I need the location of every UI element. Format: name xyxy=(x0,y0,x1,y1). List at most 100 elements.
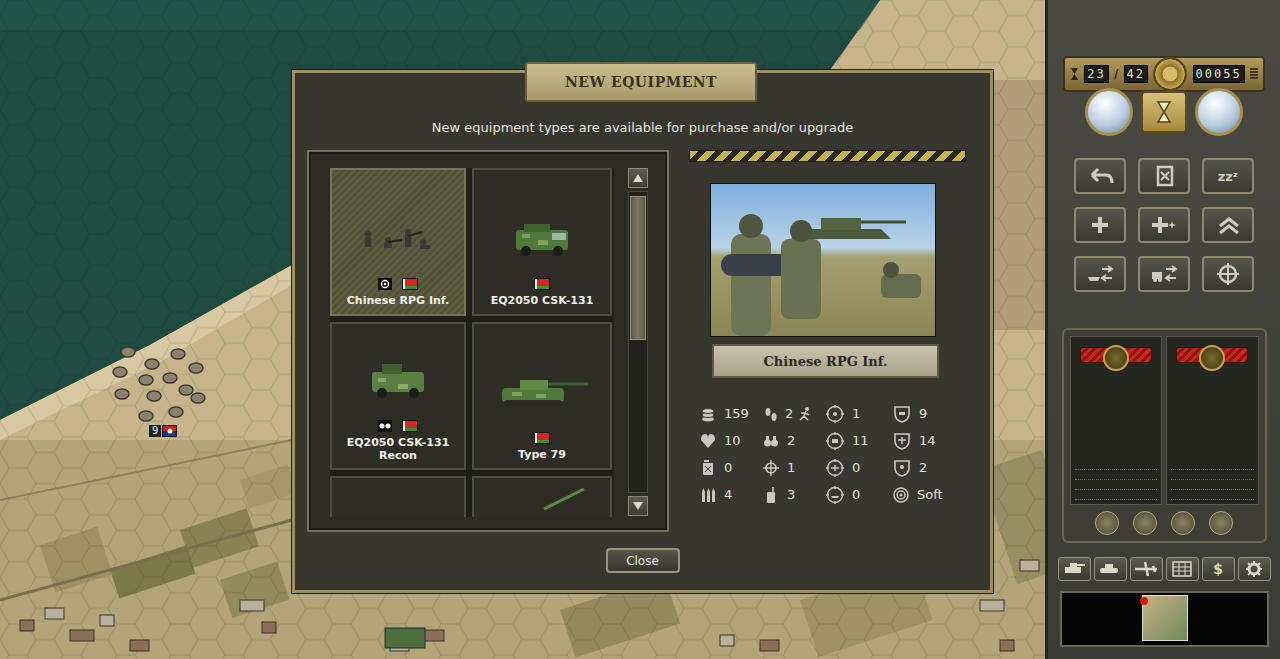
spotting-icon xyxy=(763,433,779,449)
minimap-view xyxy=(1142,595,1188,641)
unit-strength: 9 xyxy=(149,425,161,437)
target-button[interactable] xyxy=(1202,256,1254,292)
unit-details: Chinese RPG Inf.15921910211140102430Soft xyxy=(689,150,967,532)
grid-button[interactable] xyxy=(1166,557,1199,581)
stat-value: 11 xyxy=(852,433,869,448)
turn-number: 23 xyxy=(1084,65,1108,83)
upgrade-button[interactable] xyxy=(1202,207,1254,243)
map-unit[interactable]: 9 xyxy=(149,425,177,437)
arrow-up-icon xyxy=(633,174,643,182)
plus-button[interactable] xyxy=(1074,207,1126,243)
stat-line xyxy=(1171,483,1254,490)
stat-value: 159 xyxy=(724,406,749,421)
stat-value: 1 xyxy=(787,460,795,475)
unit-photo xyxy=(710,183,936,337)
plus-star-button[interactable] xyxy=(1138,207,1190,243)
command-panel: 23/4200055zzᶻ$ xyxy=(1045,0,1280,659)
end-turn-button[interactable] xyxy=(1141,91,1187,133)
strength-icon xyxy=(700,433,716,449)
equipment-card[interactable] xyxy=(472,476,612,517)
stat-naval-attack: 0 xyxy=(826,481,893,508)
embark-truck-button[interactable] xyxy=(1138,256,1190,292)
artillery-icon xyxy=(492,374,592,414)
arrow-down-icon xyxy=(633,502,643,510)
stat-air-defense: 14 xyxy=(893,427,965,454)
upgrade-icon xyxy=(1214,214,1242,236)
card-button[interactable] xyxy=(1138,158,1190,194)
minimap-marker-icon xyxy=(1140,597,1148,605)
stat-close-defense: 2 xyxy=(893,454,965,481)
scroll-track[interactable] xyxy=(628,191,648,493)
minimap[interactable] xyxy=(1060,591,1269,647)
turn-total: 42 xyxy=(1124,65,1148,83)
hazard-stripe xyxy=(689,150,966,162)
stat-value: 3 xyxy=(787,487,795,502)
close-defense-icon xyxy=(893,459,911,477)
stat-ground-defense: 9 xyxy=(893,400,965,427)
embark-ship-button[interactable] xyxy=(1074,256,1126,292)
cost-icon xyxy=(700,406,716,422)
unit-slot[interactable] xyxy=(1166,336,1259,505)
stat-line xyxy=(1075,463,1158,470)
undo-button[interactable] xyxy=(1074,158,1126,194)
photo-scene xyxy=(711,184,935,336)
fuel-icon xyxy=(700,460,716,476)
sleep-icon: zzᶻ xyxy=(1218,169,1239,184)
tank-alt-icon xyxy=(1097,559,1123,579)
gear-emblem-icon xyxy=(1153,57,1187,91)
equipment-card[interactable]: Chinese RPG Inf. xyxy=(330,168,466,316)
plane-button[interactable] xyxy=(1130,557,1163,581)
round-button[interactable] xyxy=(1209,511,1233,535)
stat-ammo: 4 xyxy=(700,481,763,508)
stat-line xyxy=(1075,493,1158,500)
gear-button[interactable] xyxy=(1238,557,1271,581)
hourglass-icon xyxy=(1156,100,1172,124)
stat-fuel: 0 xyxy=(700,454,763,481)
new-equipment-dialog: NEW EQUIPMENTNew equipment types are ava… xyxy=(292,70,993,593)
stat-line xyxy=(1075,473,1158,480)
hard-attack-icon xyxy=(826,432,844,450)
unit-flag-icon xyxy=(162,425,177,437)
stat-range: 1 xyxy=(763,454,826,481)
range-icon xyxy=(763,460,779,476)
close-button[interactable]: Close xyxy=(606,548,680,573)
card-badges xyxy=(378,420,418,432)
equipment-card[interactable]: EQ2050 CSK-131 xyxy=(472,168,612,316)
scroll-up-button[interactable] xyxy=(628,168,648,188)
unit-slot[interactable] xyxy=(1070,336,1163,505)
scroll-thumb[interactable] xyxy=(630,196,646,340)
dialog-subtitle: New equipment types are available for pu… xyxy=(432,120,853,138)
infantry-icon xyxy=(348,220,448,260)
gear-icon xyxy=(1241,559,1267,579)
card-name: Chinese RPG Inf. xyxy=(347,294,449,308)
air-attack-icon xyxy=(826,459,844,477)
money-button[interactable]: $ xyxy=(1202,557,1235,581)
equipment-card[interactable] xyxy=(330,476,466,517)
hourglass-icon xyxy=(1070,67,1079,81)
nation-flag-icon xyxy=(402,420,418,432)
nation-flag-icon xyxy=(534,432,550,444)
sleep-button[interactable]: zzᶻ xyxy=(1202,158,1254,194)
scroll-down-button[interactable] xyxy=(628,496,648,516)
stat-line xyxy=(1171,493,1254,500)
weather-orb-icon[interactable] xyxy=(1195,88,1243,136)
weather-orb-icon[interactable] xyxy=(1085,88,1133,136)
round-button[interactable] xyxy=(1095,511,1119,535)
target-type-icon xyxy=(893,487,909,503)
round-button[interactable] xyxy=(1171,511,1195,535)
stat-target-type: Soft xyxy=(893,481,965,508)
equipment-card[interactable]: Type 79 xyxy=(472,322,612,470)
undo-icon xyxy=(1086,165,1114,187)
card-badges xyxy=(534,278,550,290)
stat-initiative: 3 xyxy=(763,481,826,508)
stat-line xyxy=(1075,483,1158,490)
unit-info-panel xyxy=(1062,328,1267,543)
tank-button[interactable] xyxy=(1058,557,1091,581)
nation-flag-icon xyxy=(534,278,550,290)
equipment-card[interactable]: EQ2050 CSK-131 Recon xyxy=(330,322,466,470)
round-button[interactable] xyxy=(1133,511,1157,535)
tank-alt-button[interactable] xyxy=(1094,557,1127,581)
dialog-title: NEW EQUIPMENT xyxy=(525,62,757,102)
equipment-list: Chinese RPG Inf. EQ2050 CSK-131EQ2050 CSK… xyxy=(307,150,669,532)
stat-line xyxy=(1171,473,1254,480)
